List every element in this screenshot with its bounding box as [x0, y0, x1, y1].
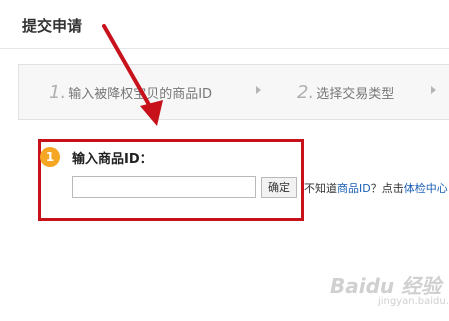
health-center-link[interactable]: 体检中心	[404, 182, 448, 195]
step-2-label: 选择交易类型	[316, 87, 395, 102]
step-arrow-icon	[256, 86, 261, 94]
help-mid: ？点击	[370, 182, 404, 195]
product-id-help-link[interactable]: 商品ID	[337, 182, 371, 195]
product-id-input[interactable]	[72, 176, 256, 198]
help-prefix: 不知道	[304, 182, 337, 195]
watermark-url: jingyan.baidu.com	[378, 296, 449, 307]
step-2-number: 2.	[297, 82, 315, 103]
help-text: 不知道商品ID？点击体检中心	[304, 180, 448, 196]
step-1-label: 输入被降权宝贝的商品ID	[68, 87, 213, 102]
page-header: 提交申请	[0, 0, 449, 49]
watermark-logo: Baidu 经验	[330, 274, 442, 298]
step-arrow-icon	[431, 86, 436, 94]
step-2: 2. 选择交易类型	[297, 82, 394, 104]
product-id-label: 输入商品ID：	[72, 152, 153, 167]
confirm-button[interactable]: 确定	[261, 177, 297, 198]
step-progress-bar: 1. 输入被降权宝贝的商品ID 2. 选择交易类型	[18, 64, 449, 120]
page-title: 提交申请	[22, 17, 83, 35]
step-number-badge: 1	[40, 147, 60, 167]
step-1: 1. 输入被降权宝贝的商品ID	[49, 82, 212, 104]
step-1-number: 1.	[49, 82, 67, 103]
